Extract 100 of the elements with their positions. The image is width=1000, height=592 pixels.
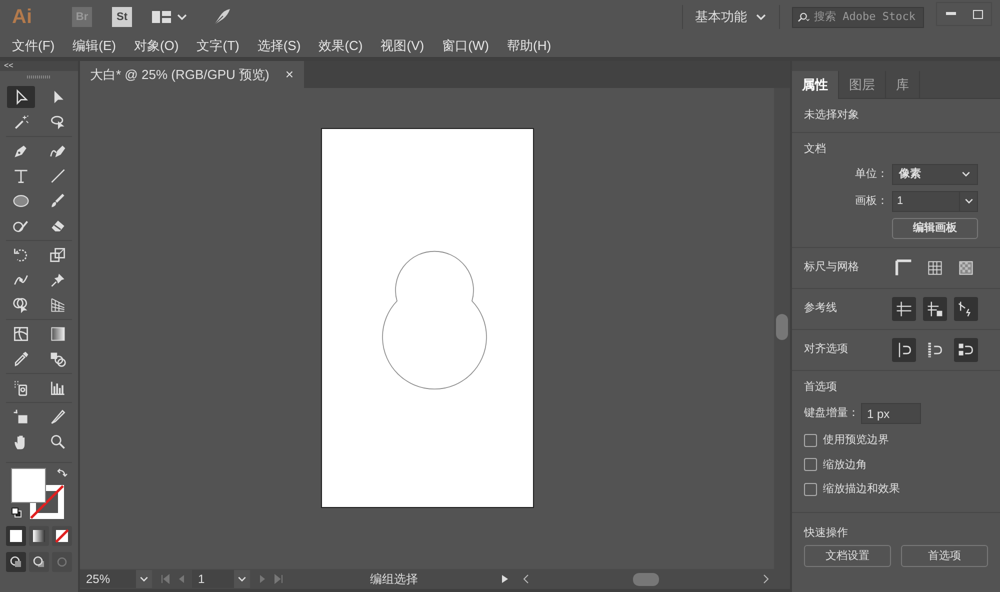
panel-tab[interactable]: 库 xyxy=(886,71,920,99)
draw-normal-icon xyxy=(9,555,23,569)
collapse-button[interactable]: << xyxy=(4,62,14,70)
perspective-grid-icon xyxy=(48,296,66,314)
artboard-dropdown[interactable]: 1 xyxy=(892,190,978,212)
panel-tab[interactable]: 图层 xyxy=(839,71,886,99)
guides-icon xyxy=(895,300,913,318)
label: 键盘增量： xyxy=(804,406,859,422)
paintbrush-icon xyxy=(48,192,66,210)
document-title: 大白* @ 25% (RGB/GPU 预览) xyxy=(90,66,270,84)
search-field[interactable]: 搜索 Adobe Stock xyxy=(792,6,924,28)
ellipse-icon xyxy=(12,192,30,210)
toggle-button[interactable] xyxy=(954,338,978,362)
sprayer-icon xyxy=(12,379,30,397)
label: 缩放边角 xyxy=(823,458,867,472)
dropdown-field[interactable]: 25% xyxy=(80,570,152,588)
section-heading: 首选项 xyxy=(804,380,838,394)
menu-item[interactable]: 帮助(H) xyxy=(501,36,558,56)
draw-inside-icon xyxy=(55,555,69,569)
app-logo: Ai xyxy=(11,5,33,30)
fill-swatch[interactable] xyxy=(11,468,46,503)
minimize-icon xyxy=(946,12,956,16)
panel-tab[interactable]: 属性 xyxy=(792,71,839,99)
letter-t-icon xyxy=(12,167,30,185)
menu-item[interactable]: 文件(F) xyxy=(6,36,61,56)
grip-icon[interactable] xyxy=(27,75,51,79)
layout-button[interactable] xyxy=(152,10,188,24)
feather-icon[interactable] xyxy=(212,7,232,27)
menu-item[interactable]: 对象(O) xyxy=(128,36,185,56)
section-heading: 快速操作 xyxy=(804,526,849,540)
increment-field[interactable]: 1 px xyxy=(861,403,921,424)
zoom-icon xyxy=(48,433,66,451)
none-mode-icon xyxy=(55,529,69,543)
maximize-icon xyxy=(973,10,983,18)
section-heading: 文档 xyxy=(804,142,827,157)
document-tab[interactable]: 大白* @ 25% (RGB/GPU 预览) × xyxy=(80,61,304,88)
scroll-thumb[interactable] xyxy=(776,314,788,340)
mode-button[interactable] xyxy=(6,552,26,572)
caret-icon xyxy=(961,169,971,179)
action-button[interactable]: 首选项 xyxy=(901,545,988,567)
gradient-mode-icon xyxy=(32,529,46,543)
mode-button[interactable] xyxy=(29,552,49,572)
play-icon[interactable] xyxy=(500,574,510,584)
label: 参考线 xyxy=(804,301,838,316)
transparency-grid-icon xyxy=(957,258,975,276)
caret-icon xyxy=(964,196,974,206)
knife-icon xyxy=(48,408,66,426)
close-button[interactable]: × xyxy=(285,64,294,85)
draw-behind-icon xyxy=(32,555,46,569)
snap-glyph-icon xyxy=(957,340,975,358)
mode-button[interactable] xyxy=(29,526,49,546)
caret-icon xyxy=(237,574,247,584)
swap-arrows-icon[interactable] xyxy=(56,467,68,479)
menu-item[interactable]: 视图(V) xyxy=(374,36,430,56)
toggle-button[interactable] xyxy=(892,338,916,362)
label: 单位： xyxy=(855,166,888,182)
color-mode-icon xyxy=(9,529,23,543)
rulers-icon xyxy=(895,258,913,276)
menu-item[interactable]: 窗口(W) xyxy=(436,36,496,56)
rotate-icon xyxy=(12,246,30,264)
menu-item[interactable]: 编辑(E) xyxy=(66,36,122,56)
units-dropdown[interactable]: 像素 xyxy=(892,164,978,184)
checkbox[interactable] xyxy=(804,434,817,447)
toggle-button[interactable] xyxy=(892,296,916,320)
line-icon xyxy=(48,167,66,185)
checkbox[interactable] xyxy=(804,458,817,472)
gradient-icon xyxy=(48,325,66,343)
stock-button[interactable]: St xyxy=(112,7,132,27)
workspace-switcher[interactable]: 基本功能 xyxy=(682,5,780,29)
mode-button[interactable] xyxy=(6,526,26,546)
scale-icon xyxy=(48,246,66,264)
caret-icon xyxy=(139,574,149,584)
label: 缩放描边和效果 xyxy=(823,482,900,497)
artboard-icon xyxy=(12,408,30,426)
snap-pixel-icon xyxy=(926,340,944,358)
selection-status: 未选择对象 xyxy=(804,108,859,124)
vertical-scrollbar[interactable] xyxy=(774,88,790,569)
bar-graph-icon xyxy=(48,379,66,397)
scroll-thumb[interactable] xyxy=(633,572,659,586)
label: 对齐选项 xyxy=(804,342,849,358)
guides-lock-icon xyxy=(926,300,944,318)
lasso-icon xyxy=(48,113,66,131)
layout-icon xyxy=(152,10,172,24)
edit-artboards-button[interactable]: 编辑画板 xyxy=(892,218,978,238)
label: 画板： xyxy=(855,194,888,209)
dropdown-field[interactable]: 1 xyxy=(192,570,250,588)
menu-item[interactable]: 效果(C) xyxy=(312,36,369,56)
action-button[interactable]: 文档设置 xyxy=(804,545,891,567)
label: 使用预览边界 xyxy=(823,433,889,448)
shape-builder-icon xyxy=(12,296,30,314)
checkbox[interactable] xyxy=(804,482,817,496)
tool-button[interactable] xyxy=(6,86,34,108)
mode-button[interactable] xyxy=(52,526,72,546)
toggle-button[interactable] xyxy=(923,296,947,320)
mesh-icon xyxy=(12,325,30,343)
default-colors-icon[interactable] xyxy=(11,507,22,518)
toggle-button[interactable] xyxy=(954,296,978,320)
label: 标尺与网格 xyxy=(804,260,860,276)
menu-item[interactable]: 选择(S) xyxy=(251,36,307,56)
menu-item[interactable]: 文字(T) xyxy=(190,36,246,56)
